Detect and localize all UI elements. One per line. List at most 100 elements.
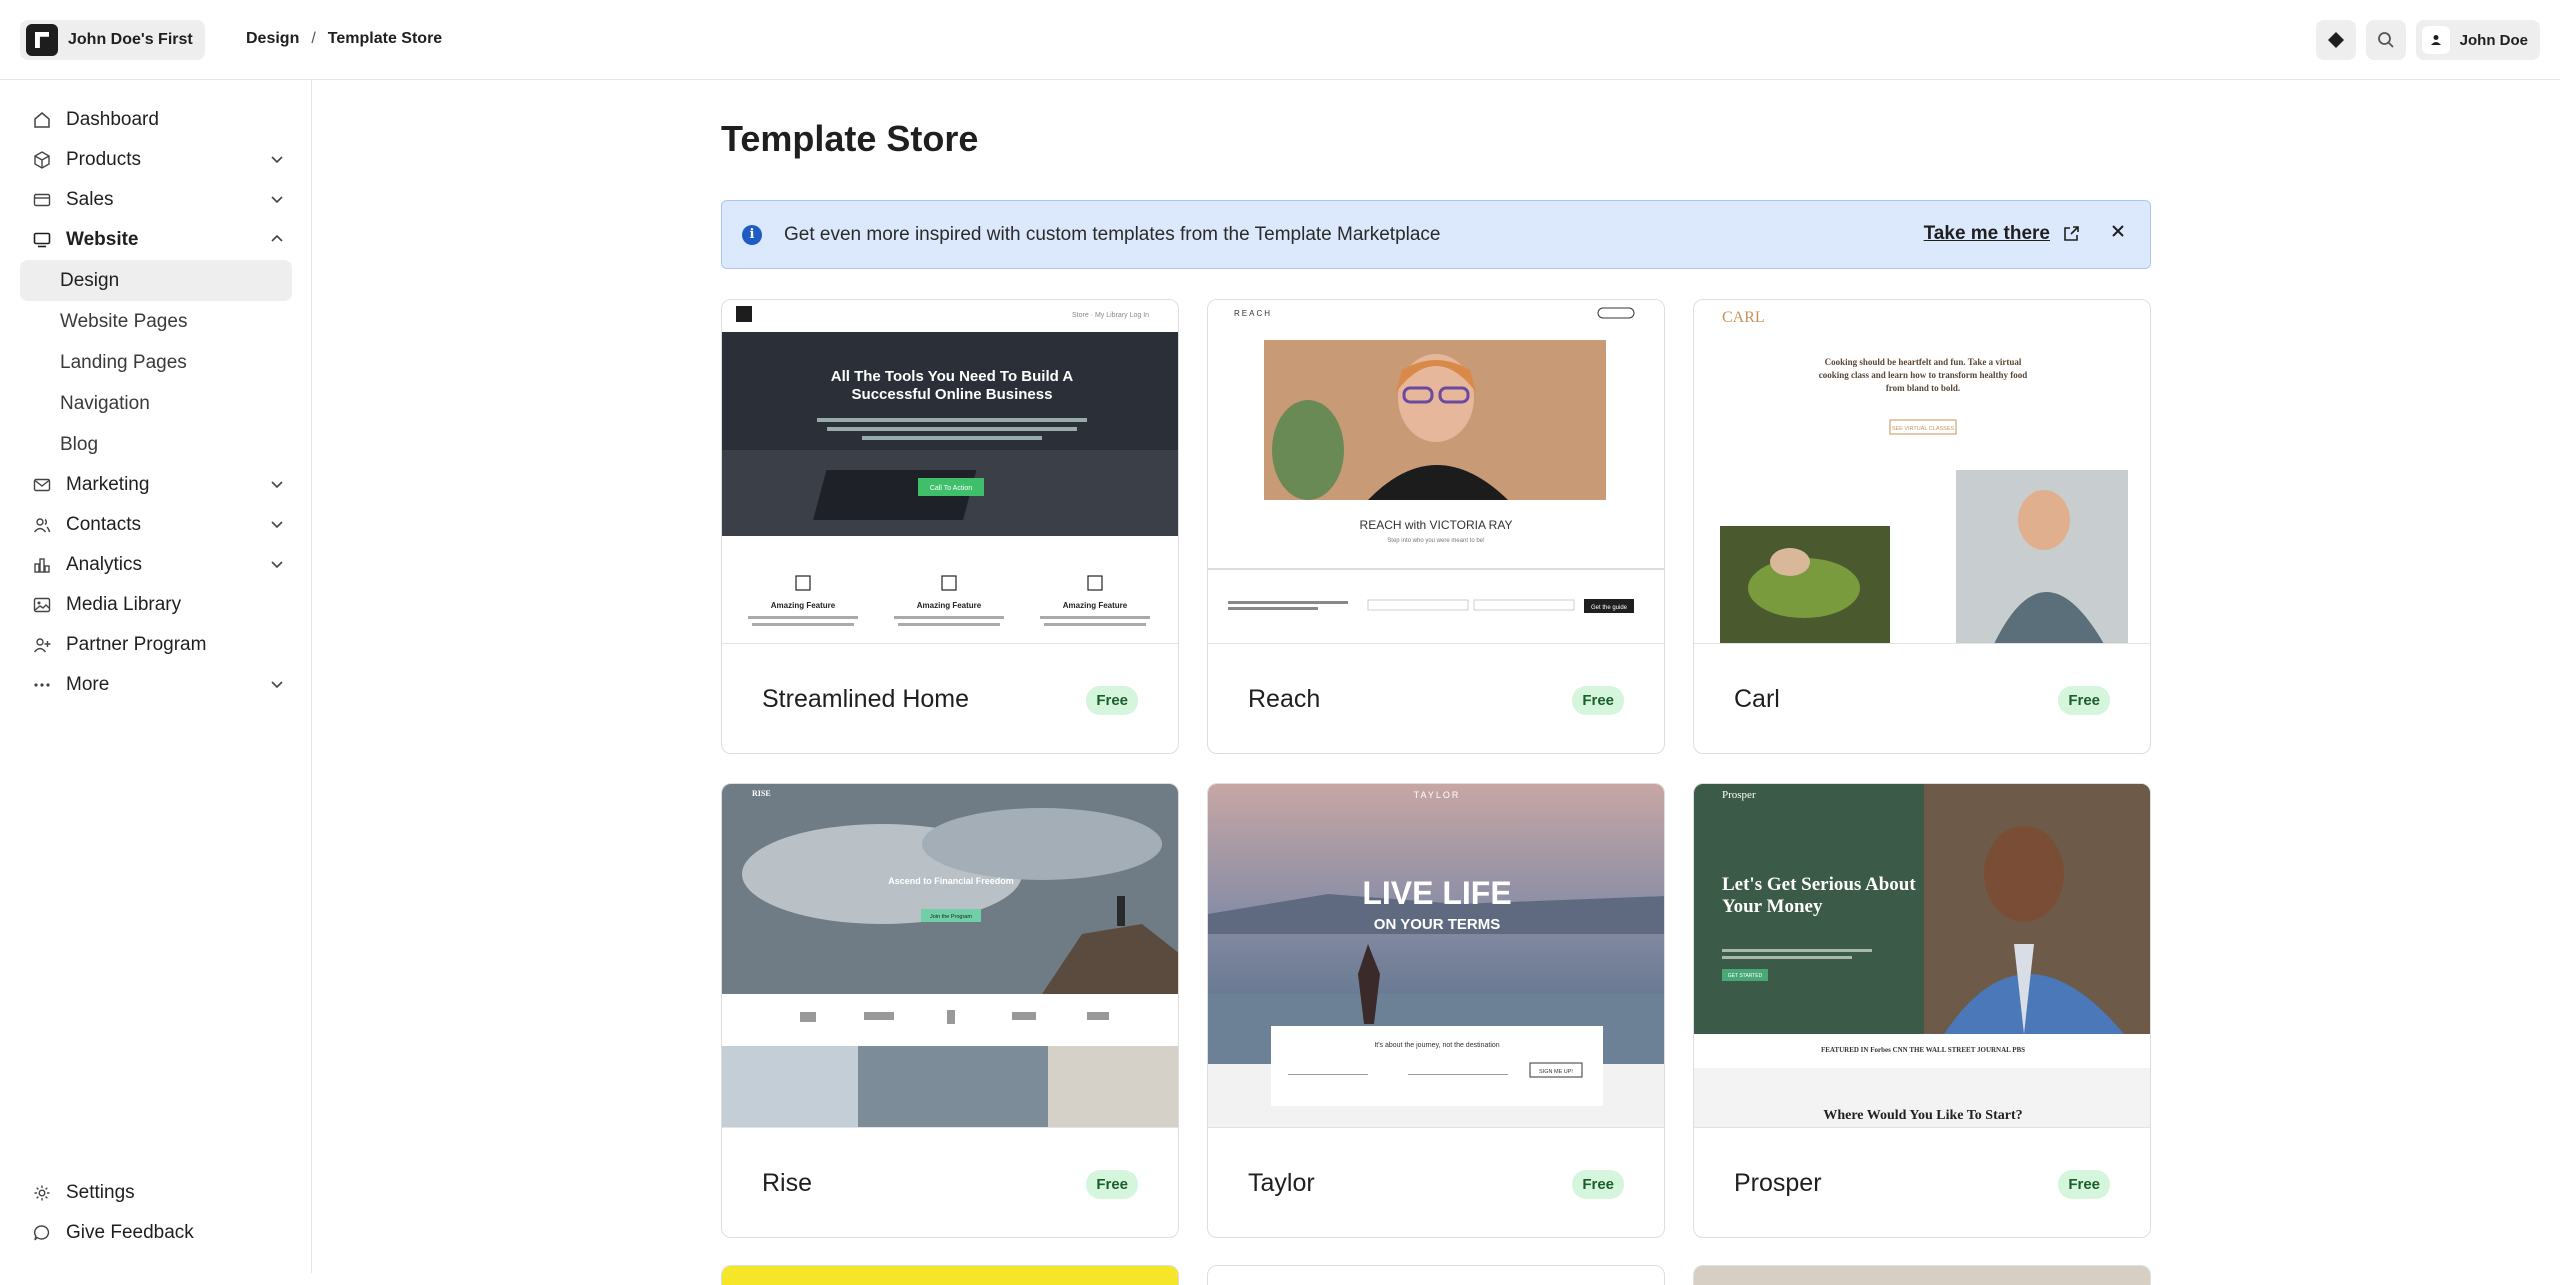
template-card-partial[interactable] <box>1693 1265 2151 1285</box>
template-preview: RISE Ascend to Financial Freedom Join th… <box>722 784 1178 1128</box>
preview-brand: REACH <box>1234 309 1272 318</box>
sidebar-item-settings[interactable]: Settings <box>20 1173 292 1213</box>
sidebar-item-products[interactable]: Products <box>20 140 292 180</box>
sidebar-item-analytics[interactable]: Analytics <box>20 545 292 585</box>
preview-feature-3: Amazing Feature <box>1063 601 1128 610</box>
template-card-rise[interactable]: RISE Ascend to Financial Freedom Join th… <box>721 783 1179 1238</box>
info-icon: i <box>742 224 762 245</box>
user-menu[interactable]: John Doe <box>2415 20 2540 60</box>
chevron-down-icon <box>271 481 283 489</box>
template-preview: Prosper Let's Get Serious About Your Mon… <box>1694 784 2150 1128</box>
sidebar-item-sales[interactable]: Sales <box>20 180 292 220</box>
template-card-partial[interactable] <box>1207 1265 1665 1285</box>
search-button[interactable] <box>2365 20 2406 60</box>
sidebar-item-label: Contacts <box>66 514 141 535</box>
preview-headline: LIVE LIFE <box>1362 875 1511 911</box>
price-badge: Free <box>2058 686 2110 715</box>
preview-nav: Store · My Library Log In <box>1072 312 1149 319</box>
sidebar-subitem-website-pages[interactable]: Website Pages <box>20 301 292 342</box>
site-switcher[interactable]: John Doe's First <box>20 20 205 60</box>
preview-headline: All The Tools You Need To Build A Succes… <box>830 368 1074 403</box>
price-badge: Free <box>1572 1170 1624 1199</box>
sidebar-item-dashboard[interactable]: Dashboard <box>20 100 292 140</box>
sidebar-bottom: Settings Give Feedback <box>20 1173 292 1253</box>
sidebar-item-label: Dashboard <box>66 109 159 130</box>
sidebar-subitem-blog[interactable]: Blog <box>20 424 292 465</box>
template-card-partial[interactable] <box>721 1265 1179 1285</box>
sidebar-subitem-design[interactable]: Design <box>20 260 292 301</box>
preview-button: SEE VIRTUAL CLASSES <box>1892 426 1955 432</box>
sidebar-item-more[interactable]: More <box>20 665 292 705</box>
preview-text: Cooking should be heartfelt and fun. Tak… <box>1818 357 2028 394</box>
preview-feature-2: Amazing Feature <box>917 601 982 610</box>
main-content: Template Store i Get even more inspired … <box>312 80 2560 1285</box>
template-name: Taylor <box>1248 1169 1315 1197</box>
preview-headline: Ascend to Financial Freedom <box>888 876 1014 886</box>
template-card-reach[interactable]: REACH REACH with VICTORIA RAY Step into … <box>1207 299 1665 754</box>
gear-icon <box>34 1185 50 1201</box>
preview-caption: REACH with VICTORIA RAY <box>1360 518 1513 532</box>
sidebar-item-give-feedback[interactable]: Give Feedback <box>20 1213 292 1253</box>
site-logo-icon <box>26 24 58 56</box>
preview-sub: Step into who you were meant to be! <box>1387 538 1485 544</box>
sidebar-item-media-library[interactable]: Media Library <box>20 585 292 625</box>
close-icon[interactable] <box>2110 223 2126 239</box>
chat-icon <box>34 1225 50 1241</box>
diamond-icon <box>2327 32 2344 48</box>
search-icon <box>2377 32 2394 48</box>
sidebar: Dashboard Products Sales Website Design … <box>0 80 312 1273</box>
sidebar-item-label: Settings <box>66 1182 135 1203</box>
template-preview: TAYLOR LIVE LIFE ON YOUR TERMS It's abou… <box>1208 784 1664 1128</box>
preview-footer: Where Would You Like To Start? <box>1823 1108 2022 1123</box>
user-icon <box>2430 35 2441 45</box>
template-card-taylor[interactable]: TAYLOR LIVE LIFE ON YOUR TERMS It's abou… <box>1207 783 1665 1238</box>
home-icon <box>34 112 50 128</box>
template-card-prosper[interactable]: Prosper Let's Get Serious About Your Mon… <box>1693 783 2151 1238</box>
box-icon <box>34 151 50 169</box>
top-bar: John Doe's First Design / Template Store… <box>0 0 2560 80</box>
sidebar-nav: Dashboard Products Sales Website Design … <box>20 100 292 705</box>
sidebar-item-label: Sales <box>66 189 114 210</box>
template-card-streamlined-home[interactable]: Store · My Library Log In All The Tools … <box>721 299 1179 754</box>
sidebar-item-label: Give Feedback <box>66 1222 194 1243</box>
sidebar-item-label: Partner Program <box>66 634 207 655</box>
chevron-down-icon <box>271 196 283 204</box>
site-name: John Doe's First <box>68 31 193 48</box>
sidebar-item-partner-program[interactable]: Partner Program <box>20 625 292 665</box>
sidebar-item-website[interactable]: Website <box>20 220 292 260</box>
sidebar-subitem-landing-pages[interactable]: Landing Pages <box>20 342 292 383</box>
sidebar-item-label: Products <box>66 149 141 170</box>
monitor-icon <box>33 232 51 248</box>
preview-text: It's about the journey, not the destinat… <box>1374 1042 1499 1049</box>
sidebar-item-label: Marketing <box>66 474 150 495</box>
dots-icon <box>34 683 50 687</box>
preview-button: GET STARTED <box>1728 973 1763 979</box>
bar-chart-icon <box>34 558 50 573</box>
preview-button: Get the guide <box>1591 605 1628 611</box>
image-icon <box>33 597 51 613</box>
user-name: John Doe <box>2459 31 2528 49</box>
preview-button: SIGN ME UP! <box>1539 1069 1573 1075</box>
template-preview: Store · My Library Log In All The Tools … <box>722 300 1178 644</box>
take-me-there-link[interactable]: Take me there <box>1924 223 2080 245</box>
chevron-up-icon <box>271 234 283 242</box>
chevron-down-icon <box>271 521 283 529</box>
sidebar-item-label: Website <box>66 229 139 250</box>
sidebar-subitem-navigation[interactable]: Navigation <box>20 383 292 424</box>
sidebar-item-marketing[interactable]: Marketing <box>20 465 292 505</box>
banner-link-label: Take me there <box>1923 223 2050 244</box>
card-icon <box>33 193 51 207</box>
sidebar-item-contacts[interactable]: Contacts <box>20 505 292 545</box>
top-actions: John Doe <box>2315 20 2540 60</box>
breadcrumb-separator: / <box>311 30 316 47</box>
sidebar-item-label: Media Library <box>66 594 182 615</box>
template-name: Streamlined Home <box>762 685 970 713</box>
preview-brand: TAYLOR <box>1414 790 1461 800</box>
upgrade-button[interactable] <box>2315 20 2356 60</box>
template-card-carl[interactable]: CARL Cooking should be heartfelt and fun… <box>1693 299 2151 754</box>
preview-brand: Prosper <box>1722 789 1756 801</box>
mail-icon <box>33 478 51 492</box>
preview-headline: Let's Get Serious About Your Money <box>1722 874 1916 917</box>
preview-press: FEATURED IN Forbes CNN THE WALL STREET J… <box>1821 1046 2025 1054</box>
breadcrumb-design[interactable]: Design <box>246 30 299 48</box>
